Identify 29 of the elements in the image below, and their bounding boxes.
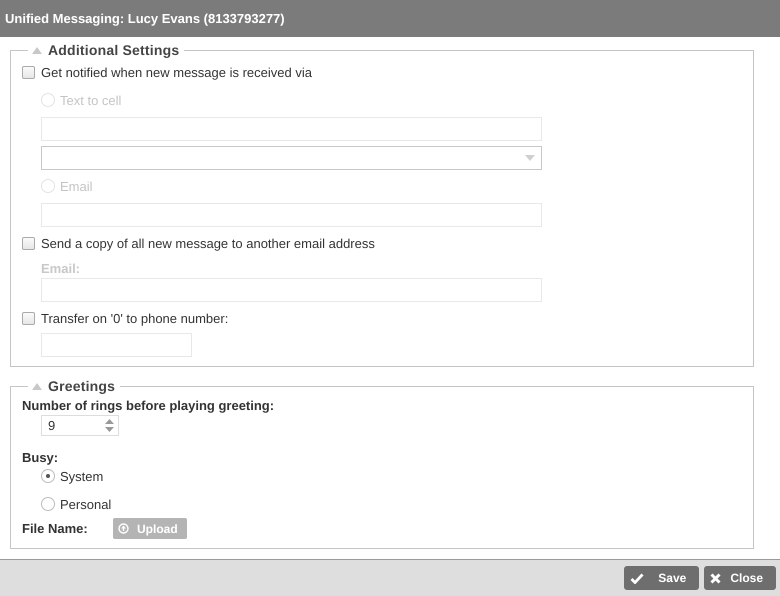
collapse-icon [32,382,42,390]
dropdown-arrow-icon [525,155,535,161]
spinner-arrows-icon [105,419,114,432]
window-title: Unified Messaging: Lucy Evans (8133793277) [0,0,780,37]
radio-label: Email [60,178,93,194]
checkbox[interactable] [22,312,35,324]
collapse-icon [32,46,42,54]
radio-button[interactable] [41,469,55,483]
section-title[interactable]: Greetings [48,378,116,394]
radio-label: Personal [60,496,112,512]
field-label: File Name: [22,521,89,536]
close-button[interactable]: Close [704,566,776,590]
radio-label: Text to cell [60,92,122,108]
save-button[interactable]: Save [624,566,700,590]
checkbox-label: Transfer on '0' to phone number: [41,310,228,326]
checkbox[interactable] [22,236,35,250]
field-label: Busy: [22,450,60,465]
number-spinner[interactable]: 9 [41,415,119,436]
checkbox-label: Get notified when new message is received via [41,64,312,80]
checkbox[interactable] [22,66,35,78]
checkbox-label: Send a copy of all new message to another email address [41,236,375,250]
radio-button[interactable] [41,497,55,511]
field-label: Number of rings before playing greeting: [22,398,276,413]
upload-icon [118,523,129,534]
dropdown-field[interactable] [41,146,542,170]
section-title[interactable]: Additional Settings [48,42,180,58]
close-icon [710,572,722,584]
radio-label: System [60,468,104,484]
checkmark-icon [630,572,644,584]
